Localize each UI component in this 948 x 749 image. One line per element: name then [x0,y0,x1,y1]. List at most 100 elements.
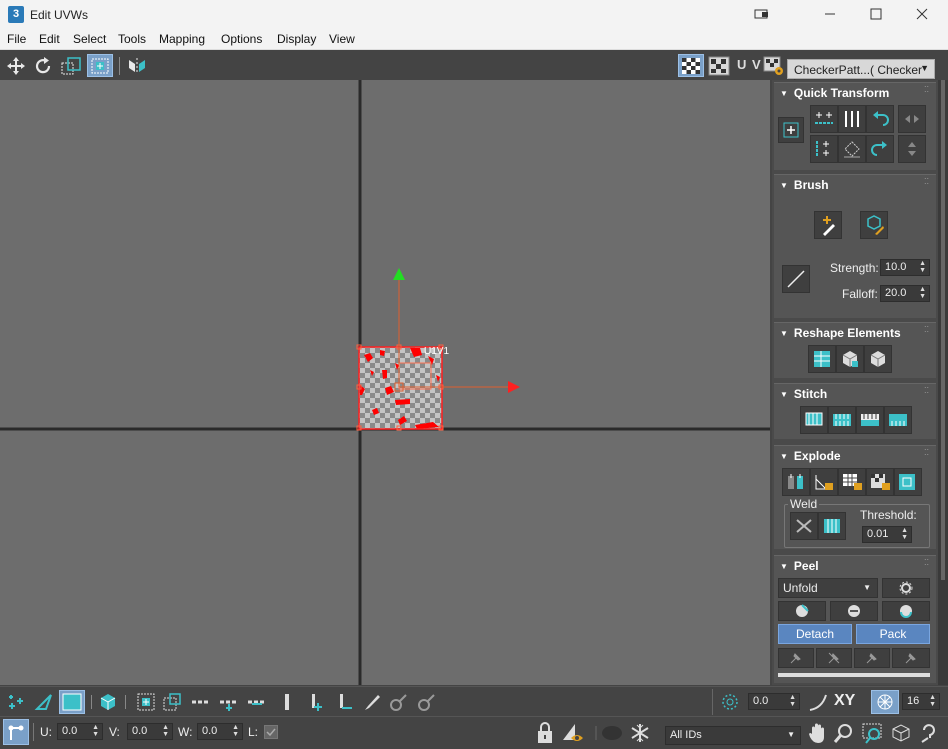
auto-pin-icon[interactable] [892,648,930,668]
align-vertical-icon[interactable] [838,105,866,133]
texture-settings-icon[interactable] [762,54,786,77]
menu-file[interactable]: File [7,32,26,46]
menu-mapping[interactable]: Mapping [159,32,205,46]
paint-select-shrink-icon[interactable] [414,691,438,713]
close-button[interactable] [908,4,936,26]
grip-icon[interactable]: ⁚⁚ [924,178,930,188]
polygon-mode-icon[interactable] [59,690,85,714]
checker-map-icon[interactable] [706,54,732,77]
relax-icon[interactable] [836,345,864,373]
curve-icon[interactable] [806,691,830,713]
loop-uv-icon[interactable] [244,691,270,713]
grip-icon[interactable]: ⁚⁚ [924,449,930,459]
stitch-to-target-icon[interactable] [884,406,912,434]
minimize-button[interactable] [816,4,844,26]
quick-transform-header[interactable]: ▼ Quick Transform [774,83,936,103]
edge-loop-icon[interactable] [188,691,214,713]
paint-move-icon[interactable] [814,211,842,239]
shrink-selection-icon[interactable] [160,691,184,713]
break-icon[interactable] [782,468,810,496]
spinner-arrows-icon[interactable]: ▲ ▼ [901,527,908,541]
align-to-edge-icon[interactable] [898,135,926,163]
menu-display[interactable]: Display [277,32,316,46]
peel-mode-icon[interactable] [830,601,878,621]
lock-l-checkbox[interactable] [264,725,278,739]
rotate-ccw-icon[interactable] [866,105,894,133]
uv-space-label[interactable]: U V [737,57,762,72]
menu-select[interactable]: Select [73,32,106,46]
grid-size-spinner[interactable]: 16 ▲ ▼ [902,693,940,710]
space-horizontal-icon[interactable] [898,105,926,133]
grip-icon[interactable]: ⁚⁚ [924,326,930,336]
quick-peel-icon[interactable] [778,601,826,621]
zoom-extents-icon[interactable] [888,720,914,746]
spinner-arrows-icon[interactable]: ▲ ▼ [92,724,99,738]
material-id-dropdown[interactable]: All IDs ▼ [665,726,801,745]
flatten-by-polygon-icon[interactable] [838,468,866,496]
show-hidden-icon[interactable] [560,720,586,746]
select-inverted-icon[interactable] [334,691,358,713]
absolute-offset-icon[interactable] [3,719,29,745]
spinner-arrows-icon[interactable]: ▲ ▼ [919,286,926,300]
hide-icon[interactable] [592,720,626,746]
grow-selection-icon[interactable] [134,691,158,713]
rotation-angle-spinner[interactable]: 0.0 ▲ ▼ [748,693,800,710]
pin-icon[interactable] [778,648,814,668]
v-spinner[interactable]: 0.0 ▲ ▼ [127,723,173,740]
weld-selected-icon[interactable] [790,512,818,540]
pack-button[interactable]: Pack [856,624,930,644]
detach-button[interactable]: Detach [778,624,852,644]
lock-icon[interactable] [534,720,556,746]
edge-mode-icon[interactable] [32,691,56,713]
scale-icon[interactable] [58,54,84,77]
maximize-button[interactable] [862,4,890,26]
brush-falloff-icon[interactable] [782,265,810,293]
reset-peel-icon[interactable] [882,601,930,621]
menu-tools[interactable]: Tools [118,32,146,46]
zoom-icon[interactable] [832,720,856,746]
falloff-spinner[interactable]: 20.0 ▲ ▼ [880,285,930,302]
unfold-dropdown[interactable]: Unfold ▼ [778,578,878,598]
threshold-spinner[interactable]: 0.01 ▲ ▼ [862,526,912,543]
pin-edges-icon[interactable] [854,648,890,668]
grip-icon[interactable]: ⁚⁚ [924,559,930,569]
paint-select-icon[interactable] [360,691,384,713]
grip-icon[interactable]: ⁚⁚ [924,387,930,397]
spinner-arrows-icon[interactable]: ▲ ▼ [919,260,926,274]
reshape-header[interactable]: ▼ Reshape Elements [774,323,936,343]
explode-header[interactable]: ▼ Explode [774,446,936,466]
mirror-icon[interactable] [124,54,150,77]
u-spinner[interactable]: 0.0 ▲ ▼ [57,723,103,740]
straighten-icon[interactable] [838,135,866,163]
peel-header[interactable]: ▼ Peel [774,556,936,576]
straighten-selection-icon[interactable] [808,345,836,373]
weld-target-icon[interactable] [818,512,846,540]
element-mode-icon[interactable] [96,691,120,713]
uv-editor-viewport[interactable]: U1V1 [0,80,770,685]
grid-snap-icon[interactable] [871,690,899,714]
align-horizontal-icon[interactable] [810,105,838,133]
relax-settings-icon[interactable] [864,345,892,373]
freeze-icon[interactable] [628,720,652,746]
zoom-region-icon[interactable] [860,720,886,746]
unpin-icon[interactable] [816,648,852,668]
spinner-arrows-icon[interactable]: ▲ ▼ [232,724,239,738]
stitch-to-source-icon[interactable] [828,406,856,434]
rotation-angle-icon[interactable] [718,691,742,713]
freeform-mode-icon[interactable] [87,54,113,77]
vertex-mode-icon[interactable] [4,691,28,713]
show-map-icon[interactable] [678,54,704,77]
menu-edit[interactable]: Edit [39,32,60,46]
move-icon[interactable] [4,54,28,77]
w-spinner[interactable]: 0.0 ▲ ▼ [197,723,243,740]
panel-scrollbar[interactable] [938,80,948,685]
stitch-average-icon[interactable] [856,406,884,434]
spinner-arrows-icon[interactable]: ▲ ▼ [162,724,169,738]
edge-ring-icon[interactable] [216,691,242,713]
stitch-custom-icon[interactable] [800,406,828,434]
ring-select-icon[interactable] [276,691,298,713]
peel-settings-icon[interactable] [882,578,930,598]
menu-view[interactable]: View [329,32,355,46]
texture-dropdown[interactable]: CheckerPatt...( Checker ) ▼ [787,59,935,91]
relax-brush-icon[interactable] [860,211,888,239]
